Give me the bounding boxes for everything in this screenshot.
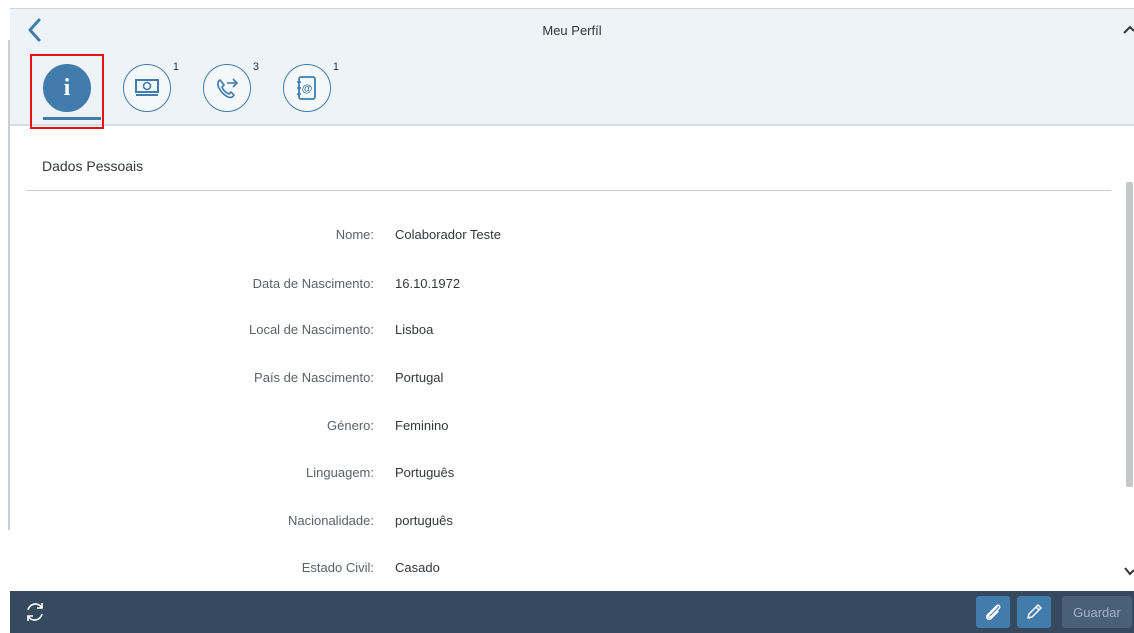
phone-forward-icon <box>217 78 239 99</box>
field-language: Linguagem: Português <box>0 465 1120 485</box>
pencil-icon <box>1027 604 1042 619</box>
tab-addresses[interactable]: @ 1 <box>283 61 339 112</box>
field-value: Portugal <box>395 370 444 385</box>
field-name: Nome: Colaborador Teste <box>0 227 1120 247</box>
chevron-up-icon[interactable] <box>1122 21 1134 39</box>
field-value: português <box>395 513 453 528</box>
highlight-box <box>30 54 104 129</box>
field-value: 16.10.1972 <box>395 276 461 291</box>
tab-count: 3 <box>252 61 259 73</box>
field-label: País de Nascimento: <box>254 370 374 385</box>
field-birth-place: Local de Nascimento: Lisboa <box>0 322 1120 342</box>
vertical-scrollbar[interactable] <box>1126 182 1133 487</box>
section-title: Dados Pessoais <box>42 158 144 174</box>
edit-button[interactable] <box>1017 596 1051 628</box>
save-button[interactable]: Guardar <box>1062 596 1132 628</box>
svg-text:@: @ <box>302 83 313 95</box>
paperclip-icon <box>985 604 1001 621</box>
field-gender: Género: Feminino <box>0 418 1120 438</box>
field-label: Nome: <box>335 227 374 242</box>
page-header: Meu Perfíl <box>10 8 1134 54</box>
field-nationality: Nacionalidade: português <box>0 513 1120 533</box>
field-label: Nacionalidade: <box>287 513 374 528</box>
field-value: Colaborador Teste <box>395 227 501 242</box>
field-label: Linguagem: <box>306 465 374 480</box>
field-label: Estado Civil: <box>301 560 374 575</box>
attach-button[interactable] <box>976 596 1010 628</box>
money-icon <box>135 79 159 96</box>
tab-count: 1 <box>172 61 179 73</box>
field-value: Feminino <box>395 418 449 433</box>
section-header: Dados Pessoais <box>26 144 1111 191</box>
footer-toolbar: Guardar <box>10 591 1134 633</box>
field-label: Data de Nascimento: <box>252 276 374 291</box>
icon-tab-bar: i 1 3 @ 1 <box>10 54 1134 129</box>
chevron-down-icon[interactable] <box>1124 562 1134 578</box>
tab-communications[interactable]: 3 <box>203 61 259 112</box>
page-title: Meu Perfíl <box>542 23 602 38</box>
field-birth-country: País de Nascimento: Portugal <box>0 370 1120 390</box>
tab-payments[interactable]: 1 <box>123 61 179 112</box>
address-book-icon: @ <box>297 76 316 100</box>
refresh-icon <box>27 603 43 621</box>
field-value: Português <box>395 465 455 480</box>
field-birth-date: Data de Nascimento: 16.10.1972 <box>0 276 1120 296</box>
field-value: Lisboa <box>395 322 434 337</box>
field-label: Local de Nascimento: <box>248 322 374 337</box>
refresh-button[interactable] <box>24 601 46 623</box>
field-value: Casado <box>395 560 440 575</box>
field-label: Género: <box>327 418 374 433</box>
field-marital-status: Estado Civil: Casado <box>0 560 1120 580</box>
tab-count: 1 <box>332 61 339 73</box>
